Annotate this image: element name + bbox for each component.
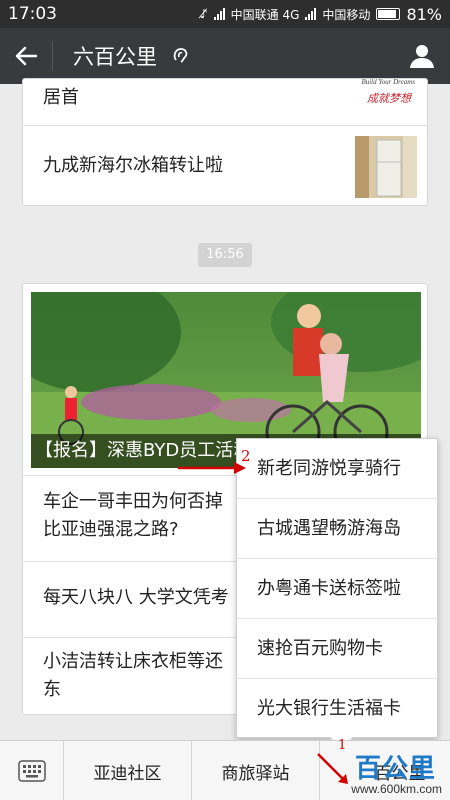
submenu-item-island[interactable]: 古城遇望畅游海岛 bbox=[237, 499, 437, 559]
chat-timestamp: 16:56 bbox=[198, 243, 252, 267]
article-title-line1: 车企一哥丰田为何否掉 bbox=[43, 491, 223, 512]
back-arrow-icon[interactable] bbox=[0, 28, 52, 84]
list-item[interactable]: 居首 Build Your Dreams 成就梦想 bbox=[23, 78, 427, 126]
submenu-item-bank-card[interactable]: 光大银行生活福卡 bbox=[237, 679, 437, 739]
article-title: 九成新海尔冰箱转让啦 bbox=[43, 155, 223, 176]
brand-slogan-en: Build Your Dreams bbox=[361, 78, 415, 86]
fridge-thumbnail bbox=[355, 136, 417, 198]
annotation-arrow-2 bbox=[178, 462, 246, 474]
menu-tab-travel[interactable]: 商旅驿站 bbox=[192, 741, 320, 800]
carrier-1: 中国联通 4G bbox=[230, 7, 300, 22]
submenu-item-shopping-card[interactable]: 速抢百元购物卡 bbox=[237, 619, 437, 679]
article-title: 每天八块八 大学文凭考 bbox=[43, 587, 229, 608]
battery-percent: 81% bbox=[406, 4, 442, 24]
brand-logo-thumb: Build Your Dreams 成就梦想 bbox=[347, 78, 417, 120]
battery-icon bbox=[376, 8, 401, 20]
article-card-1: 居首 Build Your Dreams 成就梦想 九成新海尔冰箱转让啦 bbox=[22, 78, 428, 206]
status-icons: ♪̸ 中国联通 4G 中国移动 81% bbox=[200, 5, 442, 24]
article-title-line2: 东 bbox=[43, 679, 61, 700]
article-title: 居首 bbox=[43, 87, 79, 108]
submenu-item-cycling[interactable]: 新老同游悦享骑行 bbox=[237, 439, 437, 499]
submenu-item-card-tag[interactable]: 办粤通卡送标签啦 bbox=[237, 559, 437, 619]
keyboard-toggle-button[interactable] bbox=[0, 741, 64, 800]
earpiece-mode-icon bbox=[171, 45, 193, 67]
profile-icon[interactable] bbox=[394, 28, 450, 84]
carrier-2: 中国移动 bbox=[322, 7, 371, 22]
watermark-logo-text: 百公里 bbox=[354, 754, 436, 784]
signal-icon bbox=[213, 8, 225, 20]
list-item[interactable]: 九成新海尔冰箱转让啦 bbox=[23, 125, 427, 205]
site-watermark: 百公里 www.600km.com bbox=[306, 748, 446, 800]
title-bar: 六百公里 bbox=[0, 28, 450, 84]
signal-icon-2 bbox=[305, 8, 317, 20]
clock: 17:03 bbox=[8, 4, 57, 24]
keyboard-icon bbox=[17, 760, 46, 782]
mute-icon: ♪̸ bbox=[200, 7, 208, 21]
article-title-line2: 比亚迪强混之路? bbox=[43, 519, 179, 540]
menu-tab-community[interactable]: 亚迪社区 bbox=[64, 741, 192, 800]
status-bar: 17:03 ♪̸ 中国联通 4G 中国移动 81% bbox=[0, 0, 450, 28]
submenu-popup: 新老同游悦享骑行 古城遇望畅游海岛 办粤通卡送标签啦 速抢百元购物卡 光大银行生… bbox=[236, 438, 438, 738]
page-title: 六百公里 bbox=[73, 45, 157, 69]
article-title-line1: 小洁洁转让床衣柜等还 bbox=[43, 651, 223, 672]
brand-slogan: 成就梦想 bbox=[367, 92, 411, 105]
watermark-url: www.600km.com bbox=[351, 782, 442, 796]
title-divider bbox=[52, 41, 53, 71]
